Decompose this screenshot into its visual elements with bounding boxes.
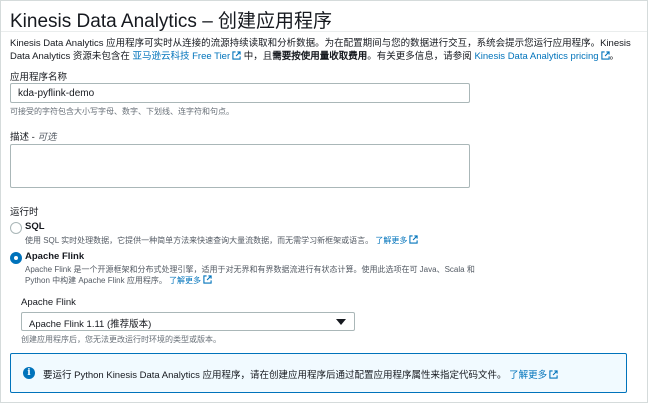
free-tier-link[interactable]: 亚马逊云科技 Free Tier [132, 51, 241, 62]
app-name-hint: 可接受的字符包含大小写字母、数字、下划线、连字符和句点。 [10, 107, 234, 116]
app-name-input[interactable] [10, 83, 470, 103]
sql-learn-more-link[interactable]: 了解更多 [375, 235, 419, 245]
runtime-sql-radio[interactable] [10, 222, 22, 234]
intro-text: Kinesis Data Analytics 应用程序可实时从连接的流源持续读取… [10, 38, 631, 62]
external-link-icon [203, 275, 212, 284]
description-label: 描述 - 可选 [10, 132, 57, 143]
caret-down-icon [336, 319, 346, 325]
flink-version-select[interactable]: Apache Flink 1.11 (推荐版本) [21, 312, 355, 331]
runtime-flink-radio[interactable] [10, 252, 22, 264]
info-alert-text: 要运行 Python Kinesis Data Analytics 应用程序，请… [43, 367, 558, 381]
info-icon: i [23, 367, 35, 379]
title-divider [1, 31, 647, 32]
external-link-icon [232, 51, 241, 60]
runtime-flink-title: Apache Flink [25, 251, 85, 262]
runtime-sql-description: 使用 SQL 实时处理数据，它提供一种简单方法来快速查询大量流数据，而无需学习新… [25, 235, 419, 246]
description-textarea[interactable] [10, 144, 470, 188]
flink-learn-more-link[interactable]: 了解更多 [169, 275, 212, 285]
flink-version-hint: 创建应用程序后，您无法更改运行时环境的类型或版本。 [21, 335, 221, 344]
external-link-icon [549, 370, 558, 379]
runtime-sql-title: SQL [25, 221, 45, 232]
flink-version-label: Apache Flink [21, 297, 76, 308]
runtime-label: 运行时 [10, 207, 39, 218]
runtime-flink-description: Apache Flink 是一个开源框架和分布式处理引擎，适用于对无界和有界数据… [25, 265, 475, 285]
info-alert: i 要运行 Python Kinesis Data Analytics 应用程序… [10, 353, 627, 393]
external-link-icon [600, 51, 610, 60]
create-application-page: Kinesis Data Analytics – 创建应用程序 Kinesis … [0, 0, 648, 403]
pricing-link[interactable]: Kinesis Data Analytics pricing [474, 51, 610, 62]
external-link-icon [409, 235, 419, 244]
info-learn-more-link[interactable]: 了解更多 [509, 370, 558, 381]
app-name-label: 应用程序名称 [10, 72, 68, 83]
page-title: Kinesis Data Analytics – 创建应用程序 [10, 11, 333, 32]
